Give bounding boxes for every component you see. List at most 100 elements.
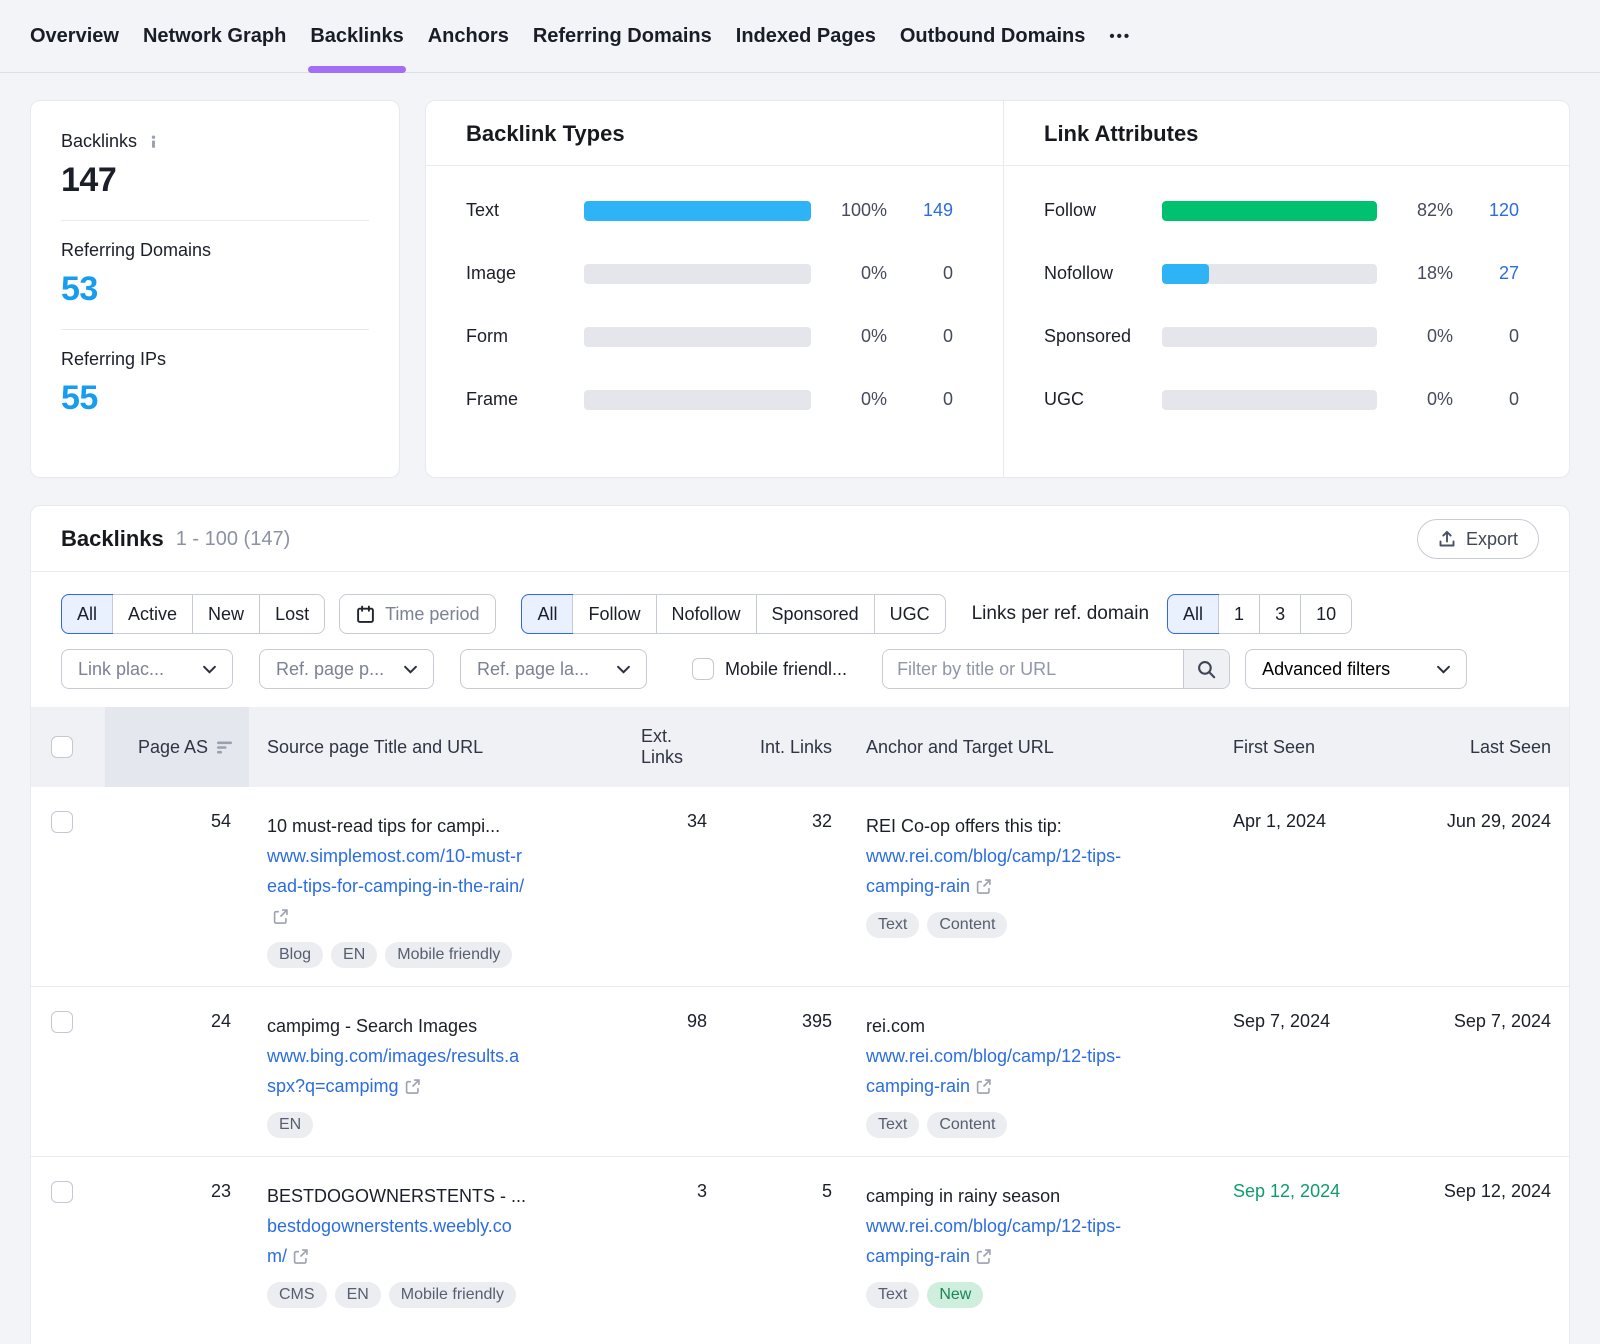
source-page-title: campimg - Search Images: [267, 1011, 641, 1041]
external-link-icon[interactable]: [293, 1243, 308, 1273]
links-per-domain-3[interactable]: 3: [1259, 595, 1300, 633]
link-placement-dropdown[interactable]: Link plac...: [61, 649, 233, 689]
tag-text: Text: [866, 1112, 919, 1138]
column-anchor-target[interactable]: Anchor and Target URL: [846, 707, 1221, 787]
time-period-button[interactable]: Time period: [339, 594, 496, 634]
chevron-down-icon: [1437, 665, 1450, 674]
external-link-icon[interactable]: [976, 873, 991, 903]
target-url[interactable]: www.rei.com/blog/camp/12-tips-camping-ra…: [866, 841, 1124, 903]
int-links-value: 395: [721, 1011, 846, 1138]
bar-label: Image: [466, 263, 584, 284]
target-url-text: www.rei.com/blog/camp/12-tips-camping-ra…: [866, 1046, 1121, 1096]
external-link-icon[interactable]: [976, 1073, 991, 1103]
column-page-as[interactable]: Page AS: [105, 707, 249, 787]
backlink-types-title: Backlink Types: [426, 101, 1003, 165]
filters-panel: All Active New Lost Time period All Foll…: [31, 572, 1569, 707]
export-button[interactable]: Export: [1417, 519, 1539, 559]
anchor-text: camping in rainy season: [866, 1181, 1221, 1211]
row-checkbox[interactable]: [51, 811, 73, 833]
links-per-domain-filter: All 1 3 10: [1167, 594, 1352, 634]
backlinks-value: 147: [61, 161, 369, 200]
bar-label: Form: [466, 326, 584, 347]
row-checkbox[interactable]: [51, 1011, 73, 1033]
anchor-text: rei.com: [866, 1011, 1221, 1041]
column-source-page[interactable]: Source page Title and URL: [249, 707, 641, 787]
ref-page-platform-dropdown[interactable]: Ref. page p...: [259, 649, 434, 689]
more-tabs-icon[interactable]: •••: [1109, 0, 1131, 73]
page-as-value: 23: [105, 1181, 249, 1308]
last-seen-date: Jun 29, 2024: [1401, 811, 1570, 968]
bar-label: Text: [466, 200, 584, 221]
bar-percent: 0%: [1391, 326, 1453, 347]
follow-filter-nofollow[interactable]: Nofollow: [656, 595, 756, 633]
column-int-links[interactable]: Int. Links: [721, 707, 846, 787]
status-filter-new[interactable]: New: [192, 595, 259, 633]
bar-percent: 0%: [1391, 389, 1453, 410]
bar-track: [1162, 390, 1377, 410]
links-per-domain-10[interactable]: 10: [1300, 595, 1351, 633]
tag-mobile-friendly: Mobile friendly: [389, 1282, 516, 1308]
link-attributes-chart: Follow 82% 120 Nofollow 18% 27 Sponsored…: [1003, 166, 1569, 477]
target-url[interactable]: www.rei.com/blog/camp/12-tips-camping-ra…: [866, 1041, 1124, 1103]
links-per-domain-label: Links per ref. domain: [972, 603, 1149, 625]
referring-ips-value[interactable]: 55: [61, 379, 369, 418]
mobile-friendly-checkbox[interactable]: [692, 658, 714, 680]
tab-indexed-pages[interactable]: Indexed Pages: [736, 0, 876, 73]
status-filter-active[interactable]: Active: [112, 595, 192, 633]
source-page-url[interactable]: bestdogownerstents.weebly.com/: [267, 1211, 525, 1273]
follow-filter-ugc[interactable]: UGC: [874, 595, 945, 633]
column-last-seen[interactable]: Last Seen: [1401, 707, 1570, 787]
tag-en: EN: [331, 942, 377, 968]
info-icon[interactable]: [146, 134, 161, 149]
tab-outbound-domains[interactable]: Outbound Domains: [900, 0, 1086, 73]
tag-text: Text: [866, 912, 919, 938]
table-row: 24 campimg - Search Images www.bing.com/…: [31, 987, 1569, 1157]
bar-count: 0: [1453, 389, 1519, 410]
tab-overview[interactable]: Overview: [30, 0, 119, 73]
referring-domains-value[interactable]: 53: [61, 270, 369, 309]
chevron-down-icon: [203, 665, 216, 674]
source-page-url[interactable]: www.simplemost.com/10-must-read-tips-for…: [267, 841, 525, 933]
search-input[interactable]: [883, 650, 1183, 688]
column-first-seen[interactable]: First Seen: [1221, 707, 1401, 787]
source-page-url[interactable]: www.bing.com/images/results.aspx?q=campi…: [267, 1041, 525, 1103]
ref-page-language-dropdown[interactable]: Ref. page la...: [460, 649, 647, 689]
links-per-domain-all[interactable]: All: [1168, 595, 1218, 633]
tab-network-graph[interactable]: Network Graph: [143, 0, 286, 73]
source-url-text: www.bing.com/images/results.aspx?q=campi…: [267, 1046, 519, 1096]
referring-ips-label: Referring IPs: [61, 349, 369, 370]
tab-backlinks[interactable]: Backlinks: [310, 0, 403, 73]
external-link-icon[interactable]: [273, 903, 288, 933]
bar-percent: 18%: [1391, 263, 1453, 284]
row-checkbox[interactable]: [51, 1181, 73, 1203]
bar-label: Frame: [466, 389, 584, 410]
tab-anchors[interactable]: Anchors: [428, 0, 509, 73]
column-ext-links[interactable]: Ext. Links: [641, 707, 721, 787]
bar-count-link[interactable]: 120: [1453, 200, 1519, 221]
select-all-checkbox[interactable]: [51, 736, 73, 758]
follow-filter-follow[interactable]: Follow: [572, 595, 655, 633]
status-filter-lost[interactable]: Lost: [259, 595, 324, 633]
bar-label: UGC: [1044, 389, 1162, 410]
ref-page-language-label: Ref. page la...: [477, 659, 589, 680]
advanced-filters-dropdown[interactable]: Advanced filters: [1245, 649, 1467, 689]
bar-count: 0: [887, 326, 953, 347]
follow-filter-sponsored[interactable]: Sponsored: [756, 595, 874, 633]
source-tags: EN: [267, 1112, 641, 1138]
search-button[interactable]: [1183, 650, 1229, 688]
external-link-icon[interactable]: [976, 1243, 991, 1273]
bar-count-link[interactable]: 27: [1453, 263, 1519, 284]
tag-en: EN: [267, 1112, 313, 1138]
status-filter-all[interactable]: All: [62, 595, 112, 633]
tab-referring-domains[interactable]: Referring Domains: [533, 0, 712, 73]
links-per-domain-1[interactable]: 1: [1218, 595, 1259, 633]
target-url[interactable]: www.rei.com/blog/camp/12-tips-camping-ra…: [866, 1211, 1124, 1273]
calendar-icon: [356, 605, 375, 624]
bar-count-link[interactable]: 149: [887, 200, 953, 221]
external-link-icon[interactable]: [405, 1073, 420, 1103]
export-label: Export: [1466, 529, 1518, 550]
bar-count: 0: [887, 263, 953, 284]
bar-fill: [1162, 264, 1209, 284]
follow-filter-all[interactable]: All: [522, 595, 572, 633]
status-filter: All Active New Lost: [61, 594, 325, 634]
